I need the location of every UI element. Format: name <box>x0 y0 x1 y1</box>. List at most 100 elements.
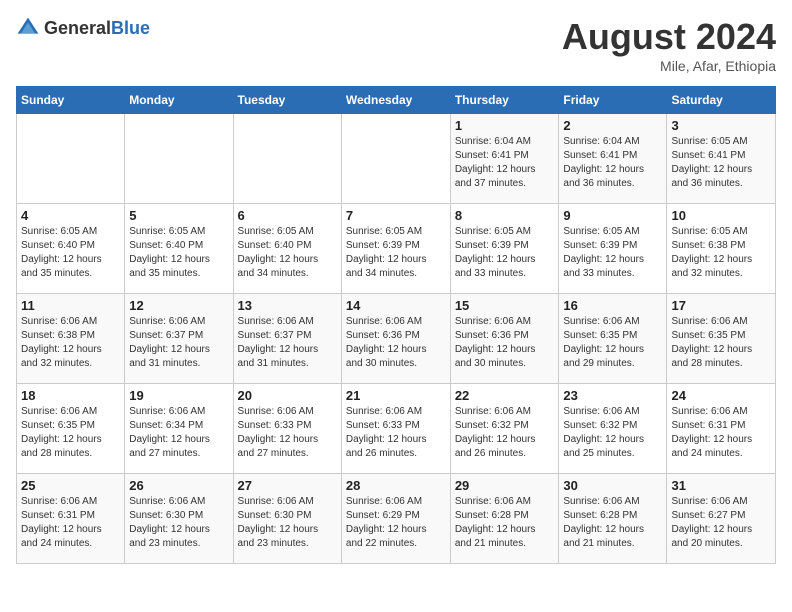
day-info: Sunrise: 6:04 AM Sunset: 6:41 PM Dayligh… <box>455 135 555 191</box>
weekday-header-tuesday: Tuesday <box>233 87 341 114</box>
day-number: 31 <box>671 478 771 493</box>
calendar-cell <box>125 114 233 204</box>
calendar-cell: 1 Sunrise: 6:04 AM Sunset: 6:41 PM Daylig… <box>450 114 559 204</box>
calendar-cell: 14Sunrise: 6:06 AM Sunset: 6:36 PM Dayli… <box>341 294 450 384</box>
day-info: Sunrise: 6:06 AM Sunset: 6:35 PM Dayligh… <box>563 315 662 371</box>
weekday-header-thursday: Thursday <box>450 87 559 114</box>
logo: GeneralBlue <box>16 16 150 40</box>
calendar-week-row: 4 Sunrise: 6:05 AM Sunset: 6:40 PM Daylig… <box>17 204 776 294</box>
calendar-cell: 10 Sunrise: 6:05 AM Sunset: 6:38 PM Dayli… <box>667 204 776 294</box>
calendar-week-row: 11 Sunrise: 6:06 AM Sunset: 6:38 PM Dayli… <box>17 294 776 384</box>
day-number: 5 <box>129 208 228 223</box>
day-info: Sunrise: 6:05 AM Sunset: 6:39 PM Dayligh… <box>346 225 446 281</box>
calendar-cell: 27 Sunrise: 6:06 AM Sunset: 6:30 PM Dayli… <box>233 474 341 564</box>
weekday-header-wednesday: Wednesday <box>341 87 450 114</box>
calendar-cell: 16 Sunrise: 6:06 AM Sunset: 6:35 PM Dayli… <box>559 294 667 384</box>
day-number: 18 <box>21 388 120 403</box>
day-info: Sunrise: 6:06 AM Sunset: 6:35 PM Dayligh… <box>21 405 120 461</box>
calendar-cell: 8Sunrise: 6:05 AM Sunset: 6:39 PM Daylig… <box>450 204 559 294</box>
day-number: 15 <box>455 298 555 313</box>
calendar-cell: 29Sunrise: 6:06 AM Sunset: 6:28 PM Dayli… <box>450 474 559 564</box>
calendar-header: SundayMondayTuesdayWednesdayThursdayFrid… <box>17 87 776 114</box>
day-info: Sunrise: 6:06 AM Sunset: 6:30 PM Dayligh… <box>129 495 228 551</box>
calendar-cell: 17Sunrise: 6:06 AM Sunset: 6:35 PM Dayli… <box>667 294 776 384</box>
logo-text-general: General <box>44 18 111 38</box>
logo-text-blue: Blue <box>111 18 150 38</box>
day-info: Sunrise: 6:06 AM Sunset: 6:34 PM Dayligh… <box>129 405 228 461</box>
calendar-title: August 2024 <box>562 16 776 58</box>
calendar-cell: 9Sunrise: 6:05 AM Sunset: 6:39 PM Daylig… <box>559 204 667 294</box>
day-info: Sunrise: 6:06 AM Sunset: 6:38 PM Dayligh… <box>21 315 120 371</box>
day-info: Sunrise: 6:05 AM Sunset: 6:40 PM Dayligh… <box>129 225 228 281</box>
calendar-cell <box>233 114 341 204</box>
day-number: 16 <box>563 298 662 313</box>
calendar-cell <box>341 114 450 204</box>
calendar-cell: 11 Sunrise: 6:06 AM Sunset: 6:38 PM Dayli… <box>17 294 125 384</box>
calendar-cell <box>17 114 125 204</box>
calendar-week-row: 18 Sunrise: 6:06 AM Sunset: 6:35 PM Dayli… <box>17 384 776 474</box>
day-number: 10 <box>671 208 771 223</box>
weekday-header-friday: Friday <box>559 87 667 114</box>
day-number: 7 <box>346 208 446 223</box>
day-number: 4 <box>21 208 120 223</box>
day-info: Sunrise: 6:06 AM Sunset: 6:27 PM Dayligh… <box>671 495 771 551</box>
day-info: Sunrise: 6:05 AM Sunset: 6:39 PM Dayligh… <box>455 225 555 281</box>
title-block: August 2024 Mile, Afar, Ethiopia <box>562 16 776 74</box>
day-number: 11 <box>21 298 120 313</box>
day-number: 28 <box>346 478 446 493</box>
calendar-cell: 22 Sunrise: 6:06 AM Sunset: 6:32 PM Dayli… <box>450 384 559 474</box>
day-info: Sunrise: 6:06 AM Sunset: 6:32 PM Dayligh… <box>455 405 555 461</box>
day-number: 1 <box>455 118 555 133</box>
calendar-table: SundayMondayTuesdayWednesdayThursdayFrid… <box>16 86 776 564</box>
calendar-body: 1 Sunrise: 6:04 AM Sunset: 6:41 PM Daylig… <box>17 114 776 564</box>
calendar-cell: 21 Sunrise: 6:06 AM Sunset: 6:33 PM Dayli… <box>341 384 450 474</box>
day-info: Sunrise: 6:06 AM Sunset: 6:33 PM Dayligh… <box>238 405 337 461</box>
day-number: 2 <box>563 118 662 133</box>
day-info: Sunrise: 6:06 AM Sunset: 6:32 PM Dayligh… <box>563 405 662 461</box>
calendar-cell: 2 Sunrise: 6:04 AM Sunset: 6:41 PM Daylig… <box>559 114 667 204</box>
calendar-cell: 5 Sunrise: 6:05 AM Sunset: 6:40 PM Daylig… <box>125 204 233 294</box>
day-info: Sunrise: 6:05 AM Sunset: 6:40 PM Dayligh… <box>238 225 337 281</box>
calendar-cell: 3Sunrise: 6:05 AM Sunset: 6:41 PM Daylig… <box>667 114 776 204</box>
day-number: 27 <box>238 478 337 493</box>
calendar-week-row: 25Sunrise: 6:06 AM Sunset: 6:31 PM Dayli… <box>17 474 776 564</box>
calendar-cell: 26Sunrise: 6:06 AM Sunset: 6:30 PM Dayli… <box>125 474 233 564</box>
day-info: Sunrise: 6:06 AM Sunset: 6:37 PM Dayligh… <box>129 315 228 371</box>
day-number: 17 <box>671 298 771 313</box>
day-number: 29 <box>455 478 555 493</box>
day-info: Sunrise: 6:06 AM Sunset: 6:30 PM Dayligh… <box>238 495 337 551</box>
day-number: 6 <box>238 208 337 223</box>
day-number: 19 <box>129 388 228 403</box>
calendar-cell: 28 Sunrise: 6:06 AM Sunset: 6:29 PM Dayli… <box>341 474 450 564</box>
calendar-cell: 4 Sunrise: 6:05 AM Sunset: 6:40 PM Daylig… <box>17 204 125 294</box>
day-info: Sunrise: 6:06 AM Sunset: 6:28 PM Dayligh… <box>563 495 662 551</box>
calendar-cell: 31 Sunrise: 6:06 AM Sunset: 6:27 PM Dayli… <box>667 474 776 564</box>
day-info: Sunrise: 6:06 AM Sunset: 6:36 PM Dayligh… <box>455 315 555 371</box>
day-number: 30 <box>563 478 662 493</box>
day-info: Sunrise: 6:06 AM Sunset: 6:37 PM Dayligh… <box>238 315 337 371</box>
day-info: Sunrise: 6:06 AM Sunset: 6:29 PM Dayligh… <box>346 495 446 551</box>
day-number: 21 <box>346 388 446 403</box>
day-info: Sunrise: 6:06 AM Sunset: 6:31 PM Dayligh… <box>671 405 771 461</box>
day-number: 3 <box>671 118 771 133</box>
calendar-cell: 19 Sunrise: 6:06 AM Sunset: 6:34 PM Dayli… <box>125 384 233 474</box>
day-number: 25 <box>21 478 120 493</box>
day-number: 12 <box>129 298 228 313</box>
day-number: 14 <box>346 298 446 313</box>
calendar-location: Mile, Afar, Ethiopia <box>562 58 776 74</box>
calendar-cell: 6 Sunrise: 6:05 AM Sunset: 6:40 PM Daylig… <box>233 204 341 294</box>
weekday-header-monday: Monday <box>125 87 233 114</box>
day-info: Sunrise: 6:05 AM Sunset: 6:40 PM Dayligh… <box>21 225 120 281</box>
day-number: 23 <box>563 388 662 403</box>
day-info: Sunrise: 6:04 AM Sunset: 6:41 PM Dayligh… <box>563 135 662 191</box>
day-info: Sunrise: 6:06 AM Sunset: 6:33 PM Dayligh… <box>346 405 446 461</box>
day-number: 24 <box>671 388 771 403</box>
calendar-cell: 13Sunrise: 6:06 AM Sunset: 6:37 PM Dayli… <box>233 294 341 384</box>
day-info: Sunrise: 6:05 AM Sunset: 6:38 PM Dayligh… <box>671 225 771 281</box>
day-number: 22 <box>455 388 555 403</box>
weekday-header-saturday: Saturday <box>667 87 776 114</box>
calendar-cell: 12 Sunrise: 6:06 AM Sunset: 6:37 PM Dayli… <box>125 294 233 384</box>
calendar-cell: 15 Sunrise: 6:06 AM Sunset: 6:36 PM Dayli… <box>450 294 559 384</box>
calendar-cell: 30 Sunrise: 6:06 AM Sunset: 6:28 PM Dayli… <box>559 474 667 564</box>
calendar-cell: 18 Sunrise: 6:06 AM Sunset: 6:35 PM Dayli… <box>17 384 125 474</box>
